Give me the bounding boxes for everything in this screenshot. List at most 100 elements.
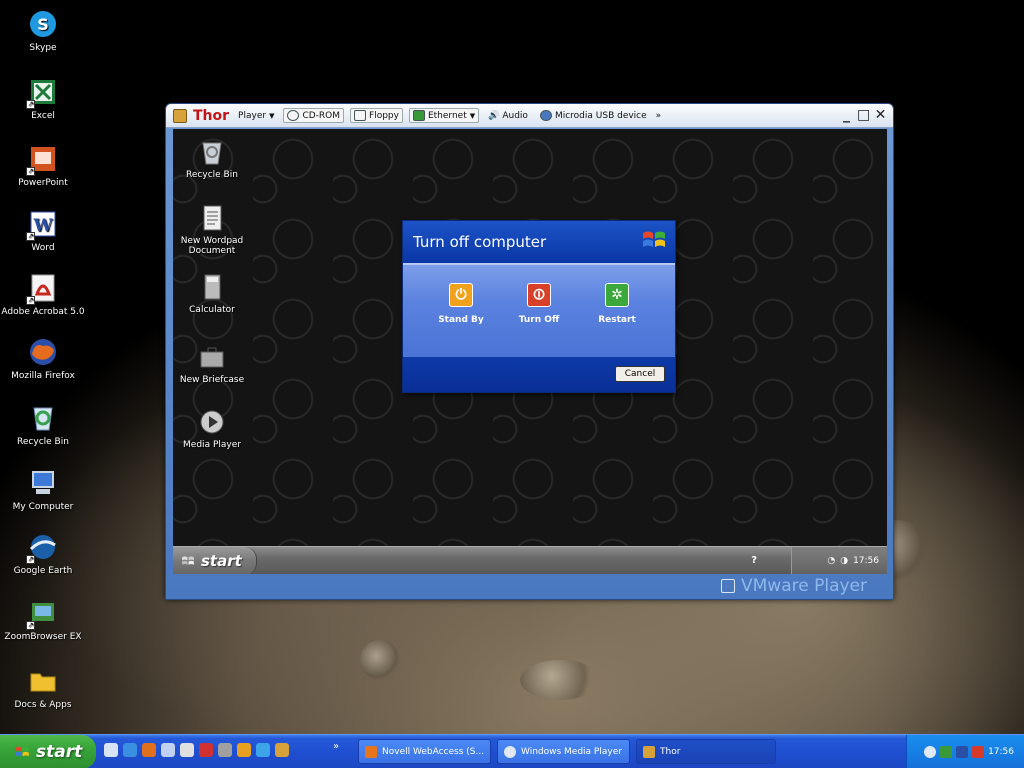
desktop-icon-docs-apps[interactable]: Docs & Apps bbox=[0, 665, 86, 710]
stand-by-icon: ⏻ bbox=[449, 283, 473, 307]
quick-launch-overflow[interactable]: » bbox=[333, 741, 339, 752]
desktop-icon-skype[interactable]: S Skype bbox=[0, 8, 86, 53]
desktop-icon-zoombrowser[interactable]: ↗ ZoomBrowser EX bbox=[0, 597, 86, 642]
guest-desktop[interactable]: Recycle Bin New Wordpad Document Calcula… bbox=[173, 129, 887, 574]
taskbar-button-media-player[interactable]: Windows Media Player bbox=[497, 739, 630, 764]
briefcase-icon bbox=[197, 342, 227, 372]
host-desktop: S Skype ↗ Excel ↗ PowerPoint W ↗ Word ↗ A… bbox=[0, 0, 1024, 734]
desktop-icon-label: Google Earth bbox=[13, 566, 73, 576]
taskbar-button-label: Windows Media Player bbox=[521, 746, 622, 757]
window-controls: _ □ ✕ bbox=[840, 108, 887, 122]
guest-icon-media-player[interactable]: Media Player bbox=[177, 407, 247, 450]
chevron-left-icon[interactable] bbox=[924, 746, 937, 758]
desktop-icon-label: Adobe Acrobat 5.0 bbox=[1, 307, 85, 317]
media-player-icon[interactable] bbox=[161, 743, 175, 757]
audio-device-button[interactable]: 🔊 Audio bbox=[485, 110, 531, 122]
start-button[interactable]: start bbox=[0, 735, 96, 768]
desktop-icon-firefox[interactable]: Mozilla Firefox bbox=[0, 336, 86, 381]
turn-off-button[interactable]: ⏼ Turn Off bbox=[511, 283, 567, 357]
calculator-icon bbox=[197, 272, 227, 302]
app-icon[interactable] bbox=[256, 743, 270, 757]
restart-button[interactable]: ✲ Restart bbox=[589, 283, 645, 357]
cancel-button[interactable]: Cancel bbox=[615, 366, 665, 382]
desktop-icon-excel[interactable]: ↗ Excel bbox=[0, 76, 86, 121]
desktop-icon-label: Mozilla Firefox bbox=[11, 371, 75, 381]
vmware-app-icon bbox=[173, 108, 187, 123]
show-desktop-icon[interactable] bbox=[104, 743, 118, 757]
vmware-titlebar[interactable]: Thor Player ▼ CD-ROM Floppy Ethernet ▼ 🔊 Au… bbox=[166, 104, 893, 128]
help-icon[interactable]: ? bbox=[751, 555, 757, 566]
recycle-bin-icon bbox=[27, 402, 59, 434]
speaker-icon: 🔊 bbox=[488, 110, 500, 121]
minimize-icon[interactable]: _ bbox=[840, 108, 853, 122]
powerpoint-icon: ↗ bbox=[26, 143, 59, 176]
chevron-down-icon: ▼ bbox=[469, 111, 476, 120]
restart-label: Restart bbox=[598, 315, 636, 325]
vmware-brand-icon bbox=[721, 579, 735, 593]
usb-device-button[interactable]: Microdia USB device bbox=[537, 109, 650, 122]
my-computer-icon bbox=[27, 467, 59, 499]
dialog-title: Turn off computer bbox=[413, 233, 547, 251]
guest-icon-wordpad[interactable]: New Wordpad Document bbox=[177, 203, 247, 256]
app-icon[interactable] bbox=[199, 743, 213, 757]
quick-launch bbox=[104, 743, 289, 757]
moon-crater bbox=[520, 660, 600, 700]
taskbar-button-novell[interactable]: Novell WebAccess (S... bbox=[358, 739, 491, 764]
floppy-device-button[interactable]: Floppy bbox=[350, 108, 403, 123]
app-icon[interactable] bbox=[180, 743, 194, 757]
guest-icon-label: Recycle Bin bbox=[186, 170, 238, 180]
cd-rom-device-button[interactable]: CD-ROM bbox=[283, 108, 345, 123]
power-icon: ⏼ bbox=[527, 283, 551, 307]
close-icon[interactable]: ✕ bbox=[874, 108, 887, 122]
ethernet-icon bbox=[412, 110, 425, 121]
desktop-icon-label: ZoomBrowser EX bbox=[4, 632, 82, 642]
cd-rom-icon bbox=[287, 110, 300, 121]
shortcut-arrow-icon: ↗ bbox=[26, 100, 35, 109]
guest-icon-calculator[interactable]: Calculator bbox=[177, 272, 247, 315]
desktop-icon-label: PowerPoint bbox=[18, 178, 68, 188]
windows-flag-icon bbox=[643, 231, 665, 247]
dialog-body: ⏻ Stand By ⏼ Turn Off ✲ Restart bbox=[403, 263, 675, 357]
turn-off-label: Turn Off bbox=[518, 315, 560, 325]
device-label: CD-ROM bbox=[302, 110, 341, 121]
vmware-player-window[interactable]: Thor Player ▼ CD-ROM Floppy Ethernet ▼ 🔊 Au… bbox=[165, 103, 894, 600]
alert-icon[interactable] bbox=[972, 746, 985, 758]
player-menu[interactable]: Player ▼ bbox=[235, 110, 277, 122]
folder-icon bbox=[27, 665, 59, 697]
guest-icon-recycle-bin[interactable]: Recycle Bin bbox=[177, 137, 247, 180]
recycle-bin-icon bbox=[197, 137, 227, 167]
guest-start-label: start bbox=[201, 552, 242, 570]
guest-start-button[interactable]: start bbox=[173, 547, 257, 574]
ethernet-device-button[interactable]: Ethernet ▼ bbox=[408, 108, 480, 123]
dialog-header: Turn off computer bbox=[403, 221, 675, 263]
skype-icon: S bbox=[27, 8, 59, 40]
desktop-icon-acrobat[interactable]: ↗ Adobe Acrobat 5.0 bbox=[0, 272, 86, 317]
firefox-icon bbox=[27, 336, 59, 368]
desktop-icon-my-computer[interactable]: My Computer bbox=[0, 467, 86, 512]
vmware-icon[interactable] bbox=[275, 743, 289, 757]
desktop-icon-label: Recycle Bin bbox=[17, 437, 69, 447]
speaker-icon[interactable]: ◑ bbox=[840, 556, 848, 566]
toolbar-overflow-button[interactable]: » bbox=[656, 111, 662, 121]
internet-explorer-icon[interactable] bbox=[123, 743, 137, 757]
vmware-statusbar: VMware Player bbox=[166, 573, 893, 599]
shortcut-arrow-icon: ↗ bbox=[26, 232, 35, 241]
restart-icon: ✲ bbox=[605, 283, 629, 307]
guest-icon-briefcase[interactable]: New Briefcase bbox=[177, 342, 247, 385]
security-icon[interactable] bbox=[956, 746, 969, 758]
maximize-icon[interactable]: □ bbox=[857, 108, 870, 122]
desktop-icon-word[interactable]: W ↗ Word bbox=[0, 208, 86, 253]
taskbar-button-thor[interactable]: Thor bbox=[636, 739, 776, 764]
stand-by-button[interactable]: ⏻ Stand By bbox=[433, 283, 489, 357]
network-icon[interactable] bbox=[940, 746, 953, 758]
guest-icon-label: New Briefcase bbox=[179, 375, 245, 385]
desktop-icon-google-earth[interactable]: ↗ Google Earth bbox=[0, 531, 86, 576]
desktop-icon-recycle-bin[interactable]: Recycle Bin bbox=[0, 402, 86, 447]
network-icon[interactable]: ◔ bbox=[827, 556, 835, 566]
floppy-icon bbox=[354, 110, 367, 121]
app-icon[interactable] bbox=[237, 743, 251, 757]
firefox-icon[interactable] bbox=[142, 743, 156, 757]
app-icon[interactable] bbox=[218, 743, 232, 757]
desktop-icon-powerpoint[interactable]: ↗ PowerPoint bbox=[0, 143, 86, 188]
shortcut-arrow-icon: ↗ bbox=[26, 555, 35, 564]
